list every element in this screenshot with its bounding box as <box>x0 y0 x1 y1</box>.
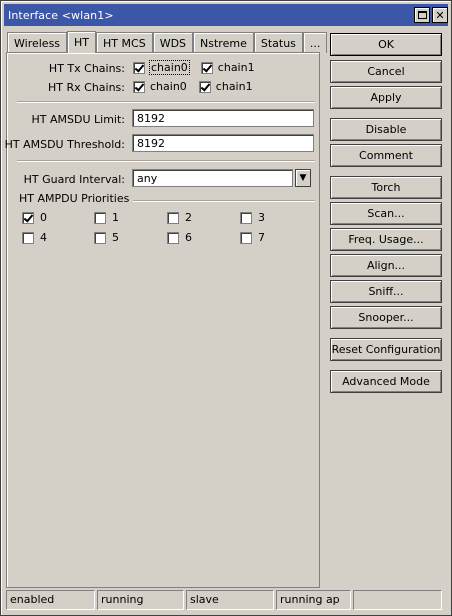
guard-interval-dropdown-button[interactable]: ▼ <box>295 169 311 187</box>
torch-button[interactable]: Torch <box>330 176 442 199</box>
title-bar[interactable]: Interface <wlan1> ✕ <box>4 4 448 26</box>
ampdu-priority-1-checkbox[interactable] <box>94 211 106 224</box>
ampdu-priority-7-checkbox[interactable] <box>240 231 252 244</box>
ampdu-priority-4-checkbox[interactable] <box>22 231 34 244</box>
ampdu-priority-2[interactable]: 2 <box>167 211 204 224</box>
rx-chain1-label: chain1 <box>215 80 253 93</box>
status-enabled: enabled <box>6 590 95 610</box>
ht-amsdu-limit-input[interactable]: 8192 <box>132 109 314 127</box>
tab-more[interactable]: ... <box>302 32 328 53</box>
ht-guard-interval-label: HT Guard Interval: <box>23 173 125 186</box>
ampdu-priority-0-checkbox[interactable] <box>22 211 34 224</box>
status-running: running <box>97 590 184 610</box>
align-button[interactable]: Align... <box>330 254 442 277</box>
ht-rx-chains-label: HT Rx Chains: <box>48 81 125 94</box>
tx-chain1-label: chain1 <box>217 61 255 74</box>
ampdu-priority-4[interactable]: 4 <box>22 231 59 244</box>
ampdu-priority-3-checkbox[interactable] <box>240 211 252 224</box>
rx-chain0-checkbox[interactable] <box>133 80 145 93</box>
ht-amsdu-limit-label: HT AMSDU Limit: <box>31 113 125 126</box>
ampdu-priority-0[interactable]: 0 <box>22 211 59 224</box>
freq-usage-button[interactable]: Freq. Usage... <box>330 228 442 251</box>
ht-amsdu-threshold-label: HT AMSDU Threshold: <box>4 138 125 151</box>
tab-ht-mcs[interactable]: HT MCS <box>96 32 153 53</box>
ampdu-priority-6-label: 6 <box>185 231 192 244</box>
tx-chain1-checkbox[interactable] <box>200 61 213 74</box>
ampdu-priority-6[interactable]: 6 <box>167 231 204 244</box>
status-slave: slave <box>186 590 274 610</box>
close-button[interactable]: ✕ <box>432 7 448 23</box>
interface-window: Interface <wlan1> ✕ Wireless HT HT MCS W… <box>0 0 452 616</box>
separator <box>17 160 315 162</box>
tab-wds[interactable]: WDS <box>152 32 194 53</box>
ampdu-priority-3-label: 3 <box>258 211 265 224</box>
tab-ht[interactable]: HT <box>67 31 97 53</box>
disable-button[interactable]: Disable <box>330 118 442 141</box>
ampdu-priority-0-label: 0 <box>40 211 47 224</box>
ampdu-priority-5[interactable]: 5 <box>94 231 131 244</box>
ampdu-priority-2-label: 2 <box>185 211 192 224</box>
ampdu-priority-6-checkbox[interactable] <box>167 231 179 244</box>
tab-nstreme[interactable]: Nstreme <box>193 32 254 53</box>
apply-button[interactable]: Apply <box>330 86 442 109</box>
snooper-button[interactable]: Snooper... <box>330 306 442 329</box>
maximize-button[interactable] <box>414 7 430 23</box>
ht-tx-chains-label: HT Tx Chains: <box>48 62 125 75</box>
ampdu-priority-5-checkbox[interactable] <box>94 231 106 244</box>
ampdu-priority-5-label: 5 <box>112 231 119 244</box>
ht-tx-chains-group: chain0 chain1 <box>133 60 267 75</box>
separator <box>17 101 315 103</box>
close-icon: ✕ <box>435 8 445 22</box>
ht-amsdu-threshold-input[interactable]: 8192 <box>132 134 314 152</box>
ok-button[interactable]: OK <box>330 33 442 56</box>
chevron-down-icon: ▼ <box>299 173 307 183</box>
status-bar: enabled running slave running ap <box>6 590 446 610</box>
ht-rx-chains-group: chain0 chain1 <box>133 80 265 93</box>
status-running-ap: running ap <box>276 590 351 610</box>
sniff-button[interactable]: Sniff... <box>330 280 442 303</box>
ht-guard-interval-select[interactable]: any <box>132 169 293 187</box>
rx-chain0-label: chain0 <box>150 80 187 93</box>
ampdu-priorities-title: HT AMPDU Priorities <box>17 192 134 205</box>
ampdu-priority-1[interactable]: 1 <box>94 211 131 224</box>
ampdu-priority-7[interactable]: 7 <box>240 231 277 244</box>
window-title: Interface <wlan1> <box>8 8 114 22</box>
maximize-icon <box>417 11 427 19</box>
tx-chain0-checkbox[interactable] <box>133 61 145 74</box>
comment-button[interactable]: Comment <box>330 144 442 167</box>
ampdu-priority-7-label: 7 <box>258 231 265 244</box>
ht-tab-panel: HT Tx Chains: chain0 chain1 HT Rx Chains… <box>4 52 320 588</box>
advanced-mode-button[interactable]: Advanced Mode <box>330 370 442 393</box>
ampdu-priority-2-checkbox[interactable] <box>167 211 179 224</box>
ampdu-priority-4-label: 4 <box>40 231 47 244</box>
tab-status[interactable]: Status <box>253 32 303 53</box>
tx-chain0-label: chain0 <box>149 60 190 75</box>
scan-button[interactable]: Scan... <box>330 202 442 225</box>
cancel-button[interactable]: Cancel <box>330 60 442 83</box>
reset-configuration-button[interactable]: Reset Configuration <box>330 338 442 361</box>
ampdu-priority-1-label: 1 <box>112 211 119 224</box>
rx-chain1-checkbox[interactable] <box>198 80 211 93</box>
tab-wireless[interactable]: Wireless <box>7 32 68 53</box>
status-extra <box>353 590 442 610</box>
ampdu-priority-3[interactable]: 3 <box>240 211 277 224</box>
tab-bar: Wireless HT HT MCS WDS Nstreme Status ..… <box>7 31 328 53</box>
